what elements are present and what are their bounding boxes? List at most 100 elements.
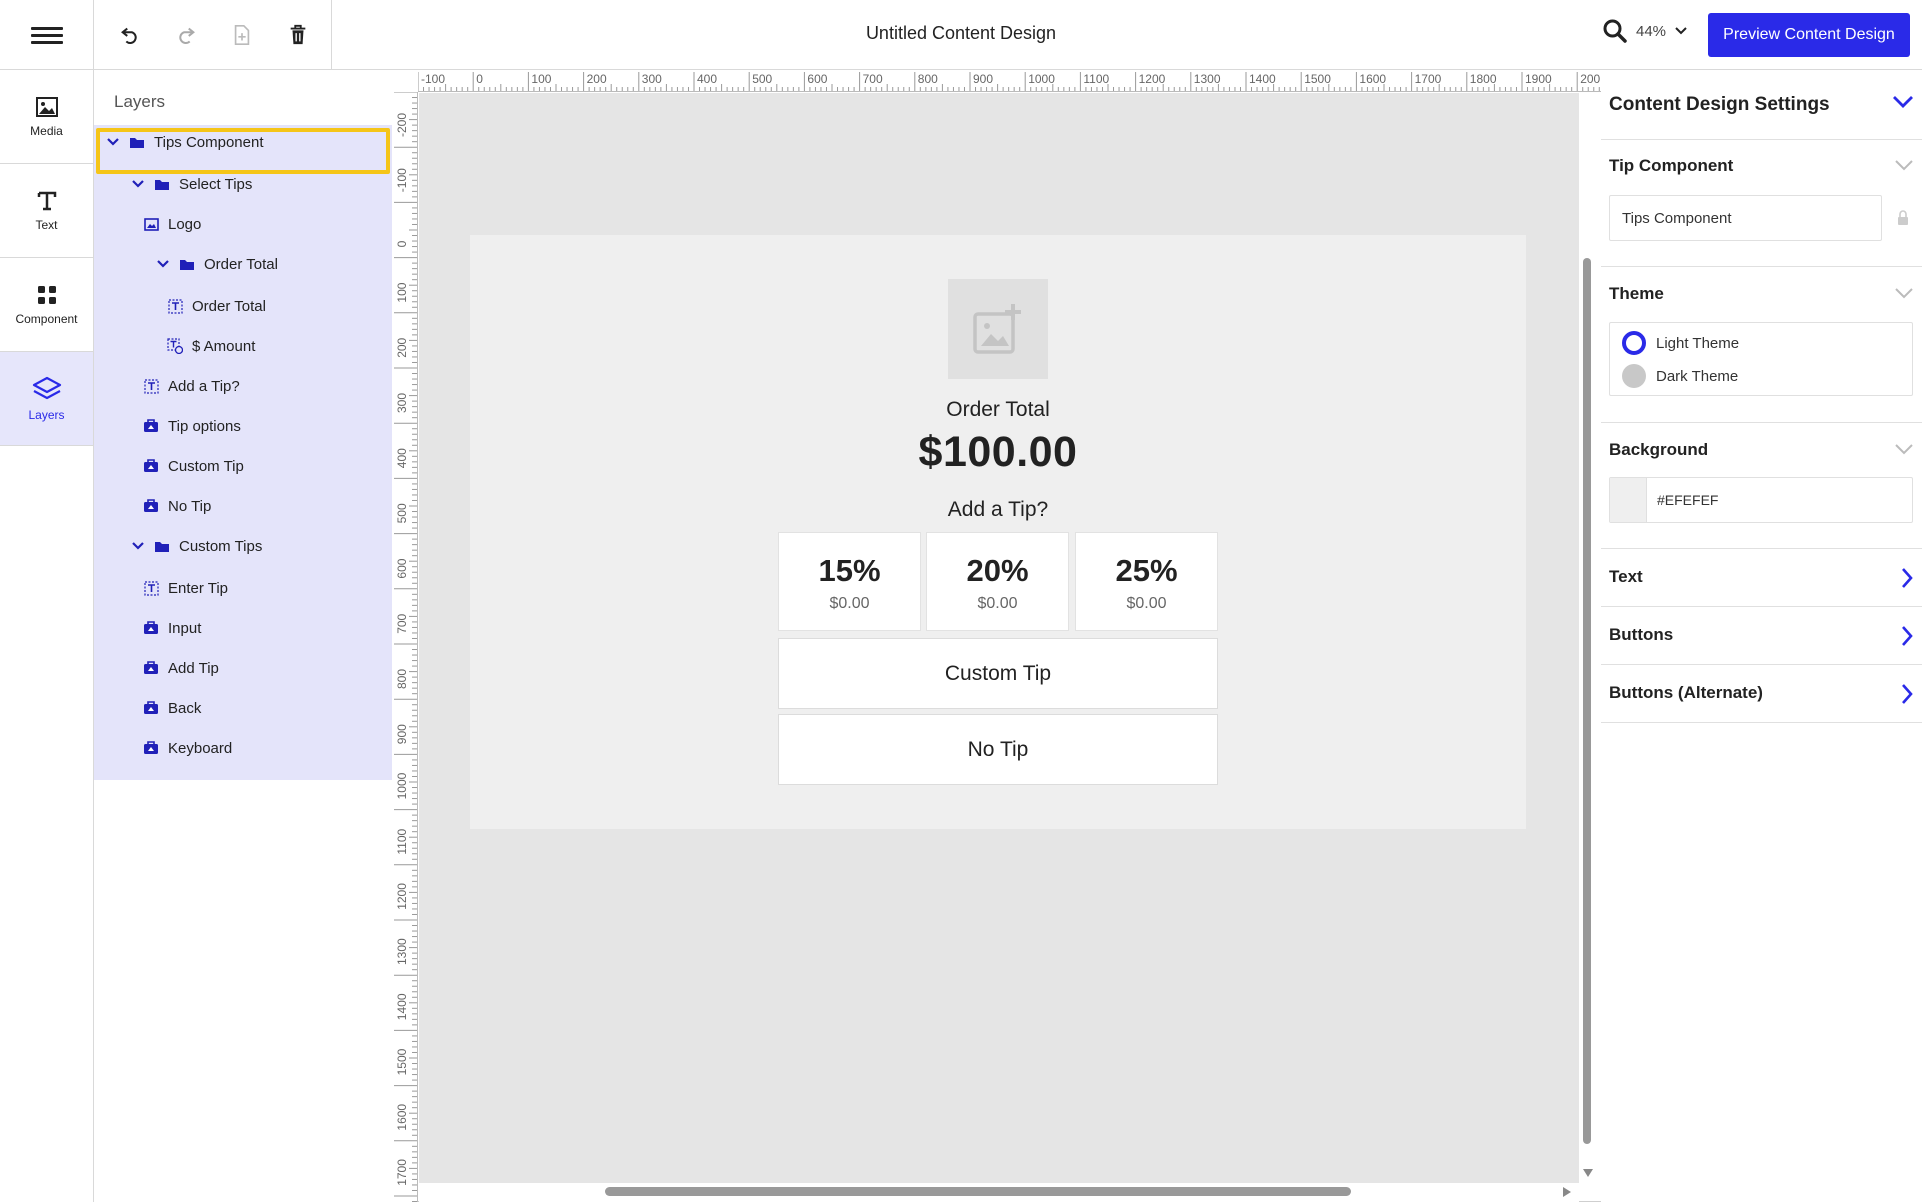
dark-theme-option[interactable]: Dark Theme: [1622, 364, 1738, 388]
layer-row[interactable]: Back: [142, 691, 201, 725]
chevron-right-icon: [1902, 568, 1913, 588]
ruler-label: 1700: [1415, 72, 1442, 86]
buttons-alternate-settings-row[interactable]: Buttons (Alternate): [1601, 665, 1922, 723]
layers-icon: [32, 376, 61, 399]
section-label: Text: [1609, 567, 1643, 586]
duplicate-button[interactable]: [224, 17, 260, 53]
rail-item-layers[interactable]: Layers: [0, 352, 93, 446]
chevron-down-icon[interactable]: [1894, 442, 1914, 456]
preview-button[interactable]: Preview Content Design: [1708, 13, 1910, 57]
chevron-right-icon: [1902, 684, 1913, 704]
layer-label: Add a Tip?: [168, 377, 240, 395]
custom-tip-button[interactable]: Custom Tip: [778, 638, 1218, 709]
layer-label: Add Tip: [168, 659, 219, 677]
tip-option-card[interactable]: 20% $0.00: [926, 532, 1069, 631]
ruler-label: 1700: [395, 1159, 409, 1186]
folder-icon: [128, 136, 146, 149]
text-layer-icon: [166, 298, 184, 314]
layer-row[interactable]: Order Total: [154, 247, 278, 281]
image-icon: [142, 217, 160, 231]
ruler-label: 800: [918, 72, 938, 86]
ruler-label: 500: [395, 503, 409, 523]
scroll-right-arrow-icon[interactable]: [1562, 1186, 1572, 1198]
tip-amount: $0.00: [1126, 595, 1167, 612]
undo-button[interactable]: [112, 17, 148, 53]
layer-row[interactable]: Select Tips: [129, 167, 252, 201]
ruler-label: 400: [697, 72, 717, 86]
layer-row[interactable]: No Tip: [142, 489, 211, 523]
add-page-icon: [234, 25, 250, 45]
layer-row[interactable]: Enter Tip: [142, 571, 228, 605]
radio-unselected-icon: [1622, 364, 1646, 388]
settings-panel: Content Design Settings Tip Component Ti…: [1601, 70, 1922, 1202]
order-total-amount[interactable]: $100.00: [470, 428, 1526, 477]
delete-button[interactable]: [280, 17, 316, 53]
image-icon: [35, 96, 58, 117]
ruler-label: 900: [973, 72, 993, 86]
edit-toolbar: [94, 0, 332, 70]
redo-button[interactable]: [168, 17, 204, 53]
ruler-label: 1900: [1525, 72, 1552, 86]
background-color-field[interactable]: #EFEFEF: [1609, 477, 1913, 523]
layer-label: $ Amount: [192, 337, 256, 355]
ruler-label: 1000: [395, 772, 409, 799]
buttons-settings-row[interactable]: Buttons: [1601, 607, 1922, 665]
tool-rail: Media Text Component Layers: [0, 70, 94, 1202]
layer-row[interactable]: Tip options: [142, 409, 241, 443]
horizontal-scroll-thumb[interactable]: [605, 1187, 1351, 1196]
component-name-input[interactable]: Tips Component: [1609, 195, 1882, 241]
ruler-label: 100: [531, 72, 551, 86]
logo-placeholder[interactable]: [948, 279, 1048, 379]
layer-label: No Tip: [168, 497, 212, 515]
layer-row[interactable]: Add a Tip?: [142, 369, 240, 403]
layer-row[interactable]: Logo: [142, 207, 201, 241]
settings-header[interactable]: Content Design Settings: [1601, 70, 1922, 140]
rail-item-component[interactable]: Component: [0, 258, 93, 352]
light-theme-option[interactable]: Light Theme: [1622, 331, 1739, 355]
chevron-down-icon[interactable]: [1894, 286, 1914, 300]
layer-label: Custom Tips: [179, 537, 263, 555]
grid-icon: [37, 285, 56, 304]
layer-row[interactable]: Add Tip: [142, 651, 219, 685]
layer-row[interactable]: Custom Tips: [129, 529, 262, 563]
layer-row[interactable]: Custom Tip: [142, 449, 244, 483]
layer-label: Custom Tip: [168, 457, 244, 475]
folder-icon: [153, 540, 171, 553]
layer-label: Back: [168, 699, 202, 717]
ruler-label: 300: [642, 72, 662, 86]
order-total-label[interactable]: Order Total: [470, 398, 1526, 422]
zoom-control[interactable]: 44%: [1602, 18, 1688, 44]
ruler-label: 1200: [1139, 72, 1166, 86]
chevron-down-icon[interactable]: [154, 259, 172, 269]
ruler-label: 100: [395, 282, 409, 302]
scroll-down-arrow-icon[interactable]: [1582, 1168, 1594, 1178]
ruler-label: 200: [587, 72, 607, 86]
layer-label: Keyboard: [168, 739, 233, 757]
tip-percent: 25%: [1115, 553, 1178, 588]
ruler-label: 1400: [395, 993, 409, 1020]
layer-row[interactable]: $ Amount: [166, 329, 255, 363]
layer-row[interactable]: Input: [142, 611, 201, 645]
add-tip-label[interactable]: Add a Tip?: [470, 498, 1526, 522]
chevron-down-icon[interactable]: [1892, 94, 1914, 110]
layer-row[interactable]: Order Total: [166, 289, 266, 323]
layer-row[interactable]: Tips Component: [104, 125, 264, 159]
menu-button[interactable]: [0, 0, 94, 70]
rail-item-text[interactable]: Text: [0, 164, 93, 258]
chevron-down-icon[interactable]: [129, 179, 147, 189]
chevron-right-icon: [1902, 626, 1913, 646]
rail-item-media[interactable]: Media: [0, 70, 93, 164]
ruler-corner: [392, 70, 418, 92]
color-value: #EFEFEF: [1657, 492, 1719, 508]
text-settings-row[interactable]: Text: [1601, 549, 1922, 607]
chevron-down-icon[interactable]: [129, 541, 147, 551]
layer-row[interactable]: Keyboard: [142, 731, 232, 765]
section-label: Buttons (Alternate): [1609, 683, 1763, 702]
vertical-scroll-thumb[interactable]: [1583, 258, 1591, 1144]
tip-option-card[interactable]: 25% $0.00: [1075, 532, 1218, 631]
chevron-down-icon[interactable]: [104, 137, 122, 147]
no-tip-button[interactable]: No Tip: [778, 714, 1218, 785]
chevron-down-icon[interactable]: [1894, 158, 1914, 172]
tip-option-card[interactable]: 15% $0.00: [778, 532, 921, 631]
color-swatch[interactable]: [1610, 478, 1647, 522]
